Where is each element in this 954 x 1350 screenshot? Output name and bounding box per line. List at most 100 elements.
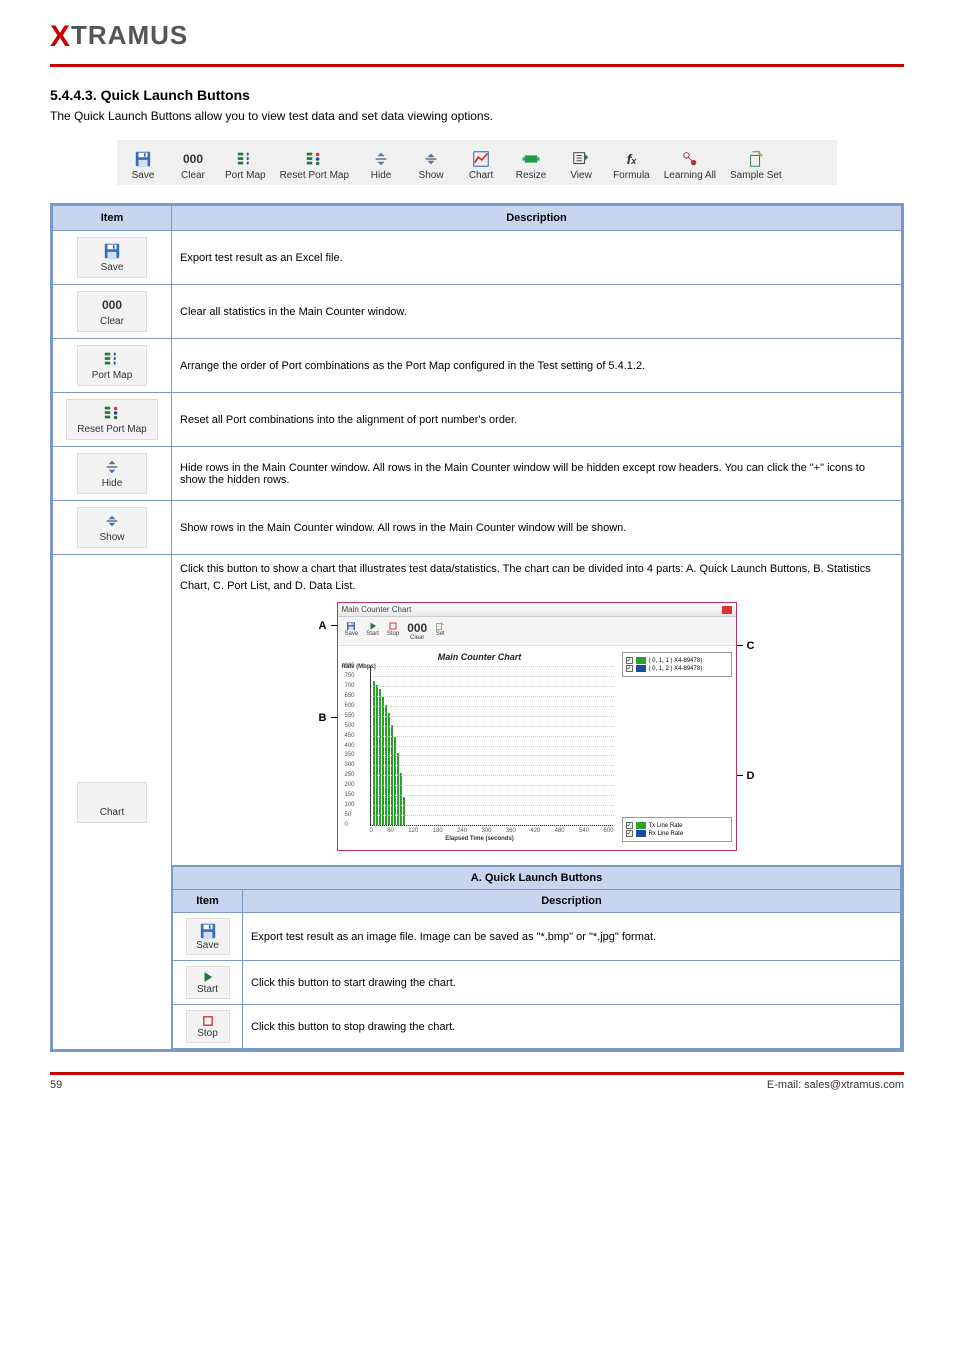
col-item: Item	[52, 205, 172, 231]
button-label: Save	[101, 262, 124, 273]
x-axis-title: Elapsed Time (seconds)	[342, 836, 618, 842]
inner-col-description: Description	[243, 890, 901, 913]
toolbar-label: Resize	[516, 170, 547, 181]
clear-button[interactable]: 000Clear	[171, 148, 215, 183]
chart-tb-clear[interactable]: 000Clear	[404, 620, 430, 642]
show-icon	[102, 512, 122, 530]
clear-button[interactable]: 000 Clear	[77, 291, 147, 332]
callout-a: A	[319, 620, 327, 632]
formula-button[interactable]: fxFormula	[609, 148, 654, 183]
show-button[interactable]: Show	[77, 507, 147, 548]
resize-button[interactable]: Resize	[509, 148, 553, 183]
logo-bar: XTRAMUS	[50, 0, 904, 64]
save-button[interactable]: Save	[77, 237, 147, 278]
toolbar-label: Chart	[469, 170, 493, 181]
button-label: Clear	[100, 316, 124, 327]
checkbox-icon[interactable]: ✓	[626, 665, 633, 672]
chart-wrapper: A B C D Main Counter Chart SaveStartStop…	[337, 602, 737, 851]
bar	[394, 737, 396, 825]
table-row-chart: Chart Click this button to show a chart …	[52, 555, 903, 866]
learningall-button[interactable]: Learning All	[660, 148, 720, 183]
port-list-item[interactable]: ✓( 0, 1, 2 ) X4-89478)	[626, 665, 728, 672]
chart-button-cell: Chart	[52, 555, 172, 1051]
bar	[388, 713, 390, 825]
checkbox-icon[interactable]: ✓	[626, 830, 633, 837]
chart-window-toolbar: SaveStartStop000ClearSet	[338, 617, 736, 646]
data-list: ✓Tx Line Rate✓Rx Line Rate	[622, 817, 732, 842]
chart-tb-stop[interactable]: Stop	[384, 620, 402, 642]
port-list: ✓( 0, 1, 1 ) X4-89478)✓( 0, 1, 2 ) X4-89…	[622, 652, 732, 677]
port-list-item[interactable]: ✓( 0, 1, 1 ) X4-89478)	[626, 657, 728, 664]
resetportmap-button[interactable]: Reset Port Map	[276, 148, 353, 183]
toolbar-label: Formula	[613, 170, 650, 181]
description-table: Item Description SaveExport test result …	[50, 203, 904, 1052]
row-description: Arrange the order of Port combinations a…	[172, 339, 903, 393]
footer-email: E-mail: sales@xtramus.com	[767, 1079, 904, 1091]
page-footer: 59 E-mail: sales@xtramus.com	[50, 1075, 904, 1091]
data-list-item[interactable]: ✓Rx Line Rate	[626, 830, 728, 837]
hide-icon	[102, 458, 122, 476]
portmap-icon	[102, 350, 122, 368]
intro-text: The Quick Launch Buttons allow you to vi…	[50, 107, 904, 125]
toolbar-figure: Save 000Clear Port Map Reset Port Map Hide Sh…	[117, 140, 837, 185]
button-label: Hide	[102, 478, 123, 489]
table-row: Reset Port Map Reset all Port combination…	[52, 393, 903, 447]
chart-inner-table: A. Quick Launch Buttons Item Description…	[172, 866, 901, 1049]
chart-bars	[373, 681, 405, 825]
resetportmap-cell: Reset Port Map	[52, 393, 172, 447]
row-description: Show rows in the Main Counter window. Al…	[172, 501, 903, 555]
table-row: Port Map Arrange the order of Port combin…	[52, 339, 903, 393]
save-icon	[133, 150, 153, 168]
bar	[403, 797, 405, 825]
toolbar-label: Show	[419, 170, 444, 181]
toolbar-label: Reset Port Map	[280, 170, 349, 181]
toolbar-label: Save	[132, 170, 155, 181]
header-rule	[50, 64, 904, 67]
row-description: Reset all Port combinations into the ali…	[172, 393, 903, 447]
hide-button[interactable]: Hide	[77, 453, 147, 494]
data-list-item[interactable]: ✓Tx Line Rate	[626, 822, 728, 829]
portmap-button[interactable]: Port Map	[221, 148, 270, 183]
chart-button[interactable]: Chart	[459, 148, 503, 183]
show-button[interactable]: Show	[409, 148, 453, 183]
toolbar-label: Sample Set	[730, 170, 782, 181]
callout-c: C	[747, 640, 755, 652]
chart-icon	[471, 150, 491, 168]
chart-tb-start[interactable]: Start	[363, 620, 382, 642]
portmap-button[interactable]: Port Map	[77, 345, 147, 386]
resetportmap-button[interactable]: Reset Port Map	[66, 399, 157, 440]
chart-icon	[102, 787, 122, 805]
chart-button[interactable]: Chart	[77, 782, 147, 823]
chart-tb-set[interactable]: Set	[432, 620, 448, 642]
chart-explanation-cell: Click this button to show a chart that i…	[172, 555, 903, 866]
page-number: 59	[50, 1079, 62, 1091]
resetportmap-icon	[102, 404, 122, 422]
save-cell: Save	[52, 231, 172, 285]
toolbar-label: View	[570, 170, 592, 181]
chart-window: Main Counter Chart SaveStartStop000Clear…	[337, 602, 737, 851]
chart-tb-save[interactable]: Save	[342, 620, 362, 642]
view-icon	[571, 150, 591, 168]
stop-mini-button[interactable]: Stop	[186, 1010, 230, 1043]
inner-row: Save Export test result as an image file.…	[173, 913, 901, 961]
sampleset-button[interactable]: Sample Set	[726, 148, 786, 183]
inner-col-item: Item	[173, 890, 243, 913]
callout-b: B	[319, 712, 327, 724]
view-button[interactable]: View	[559, 148, 603, 183]
toolbar-label: Port Map	[225, 170, 266, 181]
clear-cell: 000 Clear	[52, 285, 172, 339]
inner-row-description: Export test result as an image file. Ima…	[243, 913, 901, 961]
row-description: Hide rows in the Main Counter window. Al…	[172, 447, 903, 501]
table-row: SaveExport test result as an Excel file.	[52, 231, 903, 285]
brand-logo: XTRAMUS	[50, 20, 188, 50]
row-description: Clear all statistics in the Main Counter…	[172, 285, 903, 339]
window-buttons[interactable]	[722, 606, 732, 614]
checkbox-icon[interactable]: ✓	[626, 822, 633, 829]
start-mini-button[interactable]: Start	[186, 966, 230, 999]
save-mini-button[interactable]: Save	[186, 918, 230, 955]
hide-button[interactable]: Hide	[359, 148, 403, 183]
save-button[interactable]: Save	[121, 148, 165, 183]
section-heading: 5.4.4.3. Quick Launch Buttons	[50, 87, 904, 103]
checkbox-icon[interactable]: ✓	[626, 657, 633, 664]
clear-icon: 000	[102, 296, 122, 314]
